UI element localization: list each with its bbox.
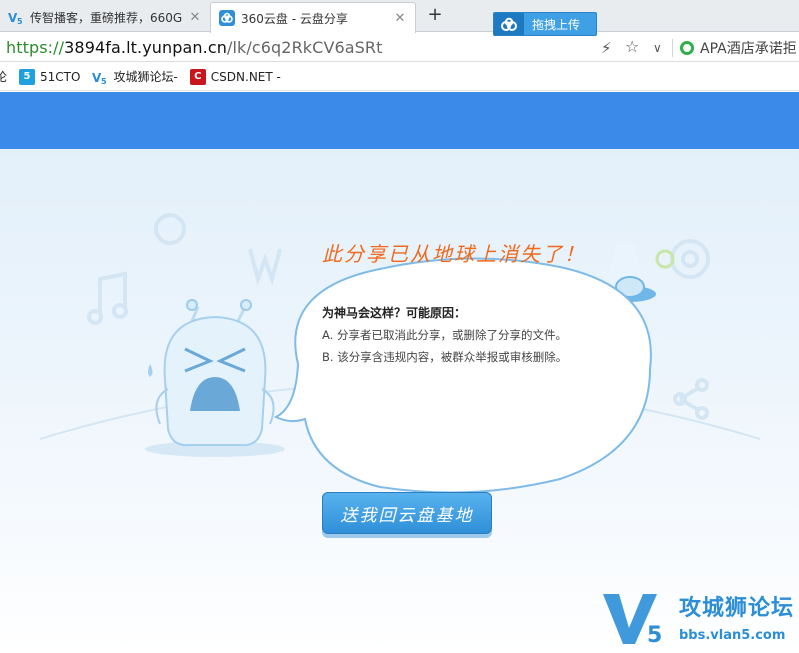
star-icon[interactable]: ☆: [625, 37, 639, 56]
drag-upload-label: 拖拽上传: [532, 17, 581, 32]
tab-title: 360云盘 - 云盘分享: [241, 11, 348, 26]
bookmark-label: 攻城狮论坛-: [113, 70, 178, 84]
watermark: 5 攻城狮论坛 bbs.vlan5.com: [599, 588, 799, 650]
bookmark-vlan5[interactable]: V 5 攻城狮论坛-: [92, 68, 177, 85]
tab-title: 传智播客，重磅推荐，660G: [30, 10, 183, 25]
error-reasons: 为神马会这样？可能原因： A. 分享者已取消此分享，或删除了分享的文件。 B. …: [322, 302, 622, 368]
new-tab-icon[interactable]: +: [426, 5, 444, 25]
svg-text:5: 5: [647, 623, 662, 648]
error-scene: [0, 149, 799, 653]
svg-text:5: 5: [17, 17, 23, 25]
bookmark-label: 论: [0, 70, 8, 84]
v5-favicon-icon: V 5: [8, 11, 23, 25]
crying-mascot-icon: [148, 299, 275, 447]
v5-logo-icon: 5: [603, 594, 662, 648]
speech-bubble: [273, 257, 652, 494]
divider: [672, 39, 673, 57]
search-engine-icon: [680, 41, 694, 55]
cloud-upload-icon: [494, 13, 524, 35]
site-header: [0, 92, 799, 149]
csdn-icon: C: [189, 68, 206, 85]
svg-text:5: 5: [101, 77, 107, 85]
51cto-icon: 5: [19, 68, 36, 85]
bookmark-51cto[interactable]: 5 51CTO: [19, 68, 81, 85]
chevron-down-icon[interactable]: ∨: [653, 41, 662, 55]
tab-strip: V 5 传智播客，重磅推荐，660G ✕ 360云盘 - 云盘分享 ✕ +: [0, 0, 799, 33]
url-host: 3894fa.lt.yunpan.cn: [64, 38, 227, 57]
page-content: [0, 92, 799, 653]
bookmark-label: 51CTO: [40, 69, 81, 84]
back-to-yunpan-button[interactable]: 送我回云盘基地: [322, 492, 492, 534]
drag-upload-button[interactable]: 拖拽上传: [493, 12, 597, 36]
search-box[interactable]: APA酒店承诺拒: [680, 38, 797, 58]
bookmark-csdn[interactable]: C CSDN.NET -: [189, 68, 281, 85]
lightning-icon[interactable]: ⚡: [601, 39, 612, 57]
v5-favicon-icon: V 5: [92, 71, 107, 85]
url-field[interactable]: https://3894fa.lt.yunpan.cn/lk/c6q2RkCV6…: [6, 38, 383, 57]
url-scheme: https://: [6, 38, 65, 57]
tab-yunpan[interactable]: 360云盘 - 云盘分享 ✕: [210, 2, 416, 33]
address-bar: https://3894fa.lt.yunpan.cn/lk/c6q2RkCV6…: [0, 33, 799, 62]
bookmark-partial[interactable]: 论: [0, 68, 7, 85]
error-title: 此分享已从地球上消失了！: [322, 242, 586, 266]
bookmarks-bar: 论 5 51CTO V 5 攻城狮论坛- C CSDN.NET -: [0, 63, 799, 91]
tab-chuanzhi[interactable]: V 5 传智播客，重磅推荐，660G ✕: [0, 2, 210, 32]
tab-close-icon[interactable]: ✕: [188, 10, 202, 25]
search-hint: APA酒店承诺拒: [700, 41, 797, 57]
watermark-title: 攻城狮论坛: [679, 596, 795, 621]
watermark-url: bbs.vlan5.com: [679, 628, 786, 643]
tab-close-icon[interactable]: ✕: [393, 11, 407, 26]
bookmark-label: CSDN.NET -: [210, 69, 281, 84]
reason-question: 为神马会这样？可能原因：: [322, 306, 467, 320]
reason-a: A. 分享者已取消此分享，或删除了分享的文件。: [322, 328, 567, 342]
reason-b: B. 该分享含违规内容，被群众举报或审核删除。: [322, 350, 568, 364]
cloud-favicon-icon: [219, 10, 235, 26]
url-path: /lk/c6q2RkCV6aSRt: [226, 38, 383, 57]
